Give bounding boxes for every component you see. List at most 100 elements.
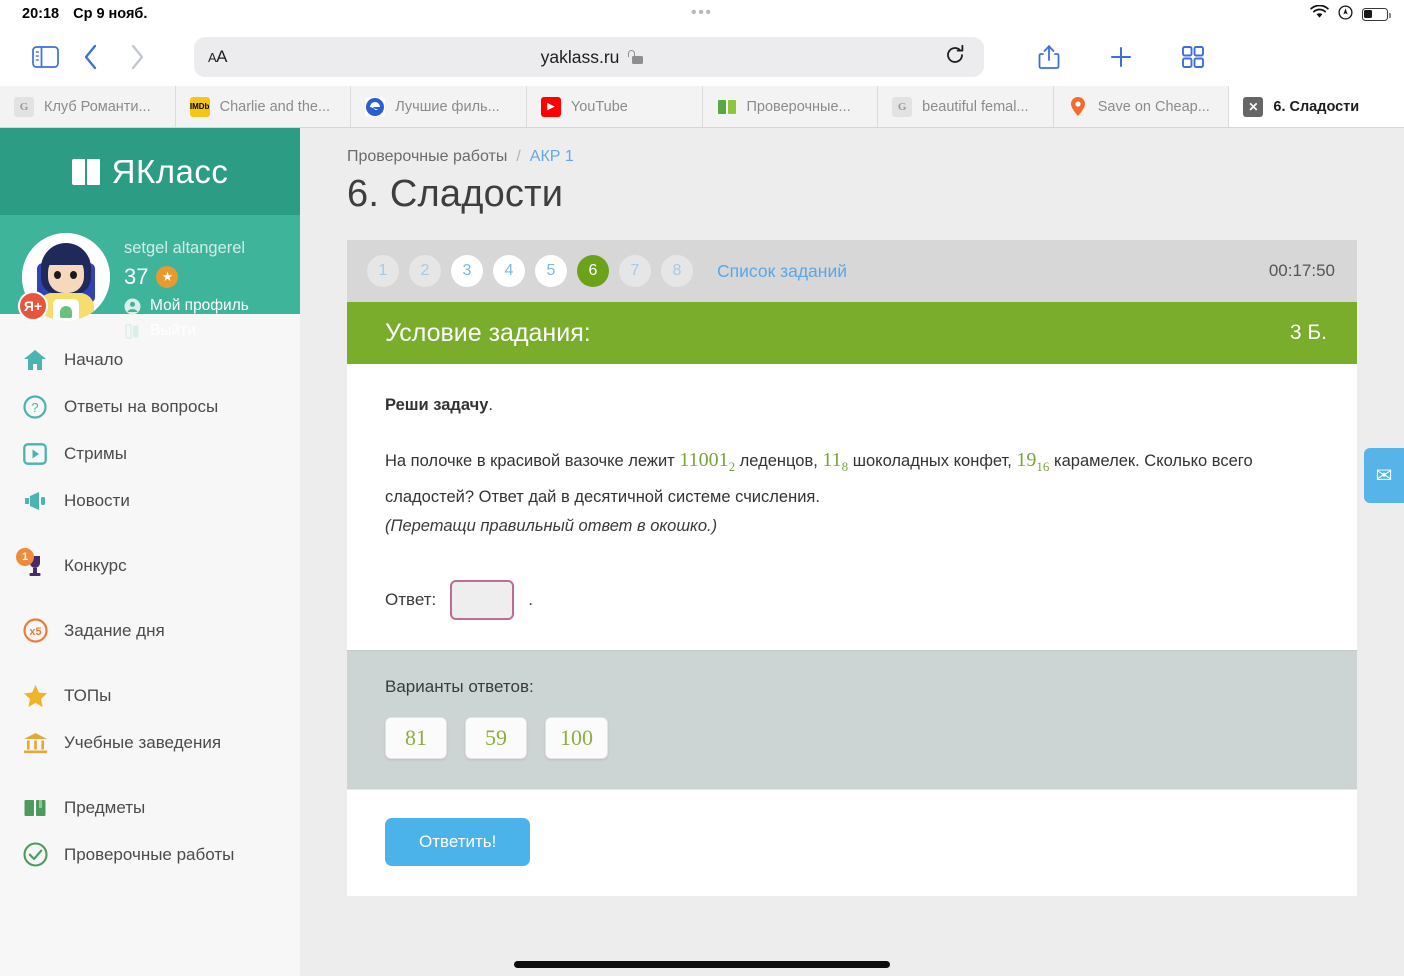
check-circle-icon bbox=[22, 842, 48, 868]
breadcrumb-current[interactable]: АКР 1 bbox=[530, 148, 574, 166]
sidebar-item-label: Ответы на вопросы bbox=[64, 397, 218, 417]
variant-tile-2[interactable]: 59 bbox=[465, 717, 527, 759]
tab-title: Save on Cheap... bbox=[1098, 99, 1210, 115]
breadcrumb-parent[interactable]: Проверочные работы bbox=[347, 148, 507, 166]
browser-tab[interactable]: G beautiful femal... bbox=[878, 86, 1054, 127]
sidebar-item-subjects[interactable]: Предметы bbox=[0, 784, 300, 831]
task-number-2[interactable]: 2 bbox=[409, 255, 441, 287]
sidebar-item-label: Проверочные работы bbox=[64, 845, 234, 865]
profile-link-my-profile[interactable]: Мой профиль bbox=[124, 297, 249, 315]
profile-link-logout[interactable]: Выйти bbox=[124, 322, 249, 340]
close-x-icon[interactable]: ✕ bbox=[1243, 97, 1263, 117]
task-number-3[interactable]: 3 bbox=[451, 255, 483, 287]
task-number-4[interactable]: 4 bbox=[493, 255, 525, 287]
profile-panel: Я+ setgel altangerel 37 ★ Мой профиль bbox=[0, 215, 300, 314]
variant-tile-3[interactable]: 100 bbox=[545, 717, 608, 759]
url-text: yaklass.ru bbox=[541, 47, 620, 68]
plus-icon[interactable] bbox=[1098, 37, 1144, 77]
answer-label: Ответ: bbox=[385, 590, 436, 610]
svg-text:?: ? bbox=[31, 400, 38, 415]
page-body: ЯКласс Я+ setgel altangerel bbox=[0, 128, 1404, 976]
browser-tab[interactable]: ▶ YouTube bbox=[527, 86, 703, 127]
sidebar-item-task-of-the-day[interactable]: x5 Задание дня bbox=[0, 607, 300, 654]
problem-part-1: На полочке в красивой вазочке лежит bbox=[385, 452, 679, 470]
lock-icon bbox=[626, 50, 637, 64]
task-number-5[interactable]: 5 bbox=[535, 255, 567, 287]
task-hint: (Перетащи правильный ответ в окошко.) bbox=[385, 517, 1319, 536]
play-box-icon bbox=[22, 441, 48, 467]
math-number-3: 1916 bbox=[1016, 449, 1049, 471]
books-icon bbox=[22, 795, 48, 821]
envelope-icon[interactable]: ✉ bbox=[1364, 448, 1404, 503]
sidebar-item-tops[interactable]: ТОПы bbox=[0, 672, 300, 719]
browser-tab[interactable]: Проверочные... bbox=[703, 86, 879, 127]
main-content: Проверочные работы / АКР 1 6. Сладости 1… bbox=[300, 128, 1404, 976]
sidebar-item-label: Конкурс bbox=[64, 556, 127, 576]
browser-tab[interactable]: G Клуб Романти... bbox=[0, 86, 176, 127]
browser-tab[interactable]: IMDb Charlie and the... bbox=[176, 86, 352, 127]
score-value: 37 bbox=[124, 264, 148, 290]
sidebar-toggle-icon[interactable] bbox=[22, 37, 68, 77]
task-number-7[interactable]: 7 bbox=[619, 255, 651, 287]
profile-info: setgel altangerel 37 ★ Мой профиль Выйти bbox=[124, 233, 249, 340]
brand-name: ЯКласс bbox=[112, 153, 229, 191]
map-pin-icon bbox=[1068, 97, 1088, 117]
breadcrumb-separator: / bbox=[516, 148, 520, 166]
brand-logo[interactable]: ЯКласс bbox=[0, 128, 300, 215]
sidebar-item-label: Учебные заведения bbox=[64, 733, 221, 753]
user-circle-icon bbox=[124, 298, 141, 315]
variant-tiles: 81 59 100 bbox=[385, 717, 1319, 759]
tab-title: Charlie and the... bbox=[220, 99, 330, 115]
sidebar-item-tests[interactable]: Проверочные работы bbox=[0, 831, 300, 878]
answer-dropbox[interactable] bbox=[450, 580, 514, 620]
sidebar-item-label: Предметы bbox=[64, 798, 145, 818]
tab-title: Лучшие филь... bbox=[395, 99, 499, 115]
battery-icon bbox=[1362, 8, 1388, 21]
sidebar-item-news[interactable]: Новости bbox=[0, 477, 300, 524]
task-list-link[interactable]: Список заданий bbox=[717, 261, 847, 282]
tab-grid-icon[interactable] bbox=[1170, 37, 1216, 77]
logout-icon bbox=[124, 323, 141, 340]
url-bar[interactable]: AA yaklass.ru bbox=[194, 37, 984, 77]
math-value-1: 11001 bbox=[679, 449, 728, 471]
condition-header: Условие задания: 3 Б. bbox=[347, 302, 1357, 364]
variants-label: Варианты ответов: bbox=[385, 677, 1319, 697]
task-body: Реши задачу. На полочке в красивой вазоч… bbox=[347, 364, 1357, 650]
submit-answer-button[interactable]: Ответить! bbox=[385, 818, 530, 866]
sidebar-item-contest[interactable]: 1 Конкурс bbox=[0, 542, 300, 589]
megaphone-icon bbox=[22, 488, 48, 514]
reload-icon[interactable] bbox=[944, 44, 966, 71]
sidebar-nav: Начало ? Ответы на вопросы Стримы Новост… bbox=[0, 314, 300, 878]
url-display: yaklass.ru bbox=[194, 47, 984, 68]
browser-tab-active[interactable]: ✕ 6. Сладости bbox=[1229, 86, 1404, 127]
share-icon[interactable] bbox=[1026, 37, 1072, 77]
condition-title: Условие задания: bbox=[385, 319, 591, 348]
tab-title: Клуб Романти... bbox=[44, 99, 151, 115]
forward-chevron-icon[interactable] bbox=[114, 37, 160, 77]
sidebar-item-answers[interactable]: ? Ответы на вопросы bbox=[0, 383, 300, 430]
task-number-6-active[interactable]: 6 bbox=[577, 255, 609, 287]
home-indicator[interactable] bbox=[514, 961, 890, 968]
google-doc-icon: G bbox=[892, 97, 912, 117]
condition-points: 3 Б. bbox=[1290, 321, 1327, 345]
sidebar-item-institutions[interactable]: Учебные заведения bbox=[0, 719, 300, 766]
variant-tile-1[interactable]: 81 bbox=[385, 717, 447, 759]
sidebar-item-home[interactable]: Начало bbox=[0, 336, 300, 383]
tab-strip: G Клуб Романти... IMDb Charlie and the..… bbox=[0, 86, 1404, 128]
sidebar-item-streams[interactable]: Стримы bbox=[0, 430, 300, 477]
sidebar-item-label: ТОПы bbox=[64, 686, 111, 706]
back-chevron-icon[interactable] bbox=[68, 37, 114, 77]
imdb-icon: IMDb bbox=[190, 97, 210, 117]
task-number-8[interactable]: 8 bbox=[661, 255, 693, 287]
text-size-button[interactable]: AA bbox=[208, 47, 227, 67]
task-number-1[interactable]: 1 bbox=[367, 255, 399, 287]
avatar[interactable]: Я+ bbox=[22, 233, 110, 321]
browser-tab[interactable]: Save on Cheap... bbox=[1054, 86, 1230, 127]
task-navigation: 1 2 3 4 5 6 7 8 Список заданий 00:17:50 bbox=[347, 240, 1357, 302]
browser-tab[interactable]: Лучшие филь... bbox=[351, 86, 527, 127]
open-book-icon bbox=[72, 159, 100, 185]
tab-title: beautiful femal... bbox=[922, 99, 1028, 115]
task-card: 1 2 3 4 5 6 7 8 Список заданий 00:17:50 … bbox=[347, 240, 1357, 896]
profile-link-label: Выйти bbox=[150, 322, 196, 340]
bank-icon bbox=[22, 730, 48, 756]
